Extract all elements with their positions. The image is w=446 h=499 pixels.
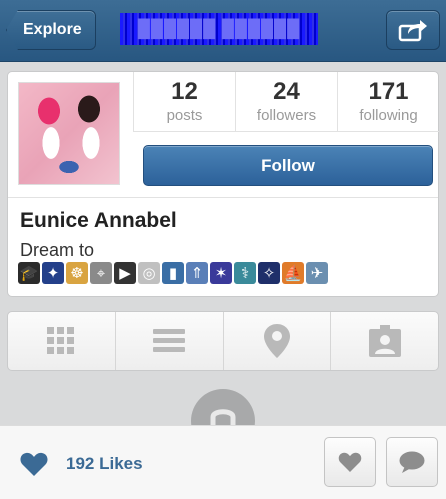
following-count: 171 — [368, 78, 409, 105]
followers-stat[interactable]: 24 followers — [235, 72, 337, 132]
view-switcher — [7, 311, 439, 371]
grid-icon — [47, 327, 75, 354]
list-icon — [153, 329, 186, 352]
profile-divider — [8, 197, 438, 198]
profile-name: Eunice Annabel — [20, 209, 177, 232]
profile-bio: Dream to — [20, 240, 95, 260]
posts-label: posts — [166, 107, 203, 124]
posts-stat[interactable]: 12 posts — [133, 72, 235, 132]
ferris-wheel-icon: ☸ — [66, 262, 88, 284]
dvd-icon: ◎ — [138, 262, 160, 284]
profile-avatar[interactable] — [18, 82, 120, 185]
likes-summary[interactable]: 192 Likes — [20, 452, 143, 476]
followers-label: followers — [256, 107, 317, 124]
tab-grid-view[interactable] — [8, 312, 115, 370]
followers-count: 24 — [273, 78, 300, 105]
rocket-icon: ⇑ — [186, 262, 208, 284]
comment-icon — [399, 451, 425, 473]
following-stat[interactable]: 171 following — [337, 72, 439, 132]
top-navigation-bar: Explore ██████ ██████ — [0, 0, 446, 62]
sailboat-icon: ⛵ — [282, 262, 304, 284]
share-icon — [398, 20, 427, 42]
page-title: ██████ ██████ — [120, 13, 318, 45]
bio-emoji-row: 🎓 ✦ ☸ ⌖ ▶ ◎ ▮ ⇑ ✶ ⚕ ✧ ⛵ ✈ — [18, 262, 328, 284]
graduation-cap-icon: 🎓 — [18, 262, 40, 284]
comment-button[interactable] — [386, 437, 438, 487]
like-button[interactable] — [324, 437, 376, 487]
statue-of-liberty-icon: ⚕ — [234, 262, 256, 284]
heart-icon — [20, 452, 48, 476]
night-city-icon: ✦ — [42, 262, 64, 284]
tab-list-view[interactable] — [114, 312, 223, 370]
back-button[interactable]: Explore — [6, 10, 96, 50]
atm-icon: ✶ — [210, 262, 232, 284]
mobile-phone-icon: ▮ — [162, 262, 184, 284]
follow-button[interactable]: Follow — [143, 145, 433, 186]
heart-outline-icon — [338, 452, 362, 472]
following-label: following — [359, 107, 418, 124]
satellite-icon: ⌖ — [90, 262, 112, 284]
movie-camera-icon: ▶ — [114, 262, 136, 284]
back-button-label: Explore — [23, 21, 82, 38]
likes-count: 192 Likes — [66, 454, 143, 473]
profile-card: 12 posts 24 followers 171 following Foll… — [7, 71, 439, 297]
map-pin-icon — [263, 324, 290, 358]
tab-map-view[interactable] — [222, 312, 331, 370]
airplane-icon: ✈ — [306, 262, 328, 284]
post-footer-bar: 192 Likes — [0, 425, 446, 499]
stars-city-icon: ✧ — [258, 262, 280, 284]
tab-tagged-photos[interactable] — [330, 312, 438, 370]
posts-count: 12 — [171, 78, 198, 105]
profile-stats: 12 posts 24 followers 171 following — [133, 72, 439, 132]
share-button[interactable] — [386, 10, 440, 50]
tagged-photos-icon — [368, 325, 401, 357]
